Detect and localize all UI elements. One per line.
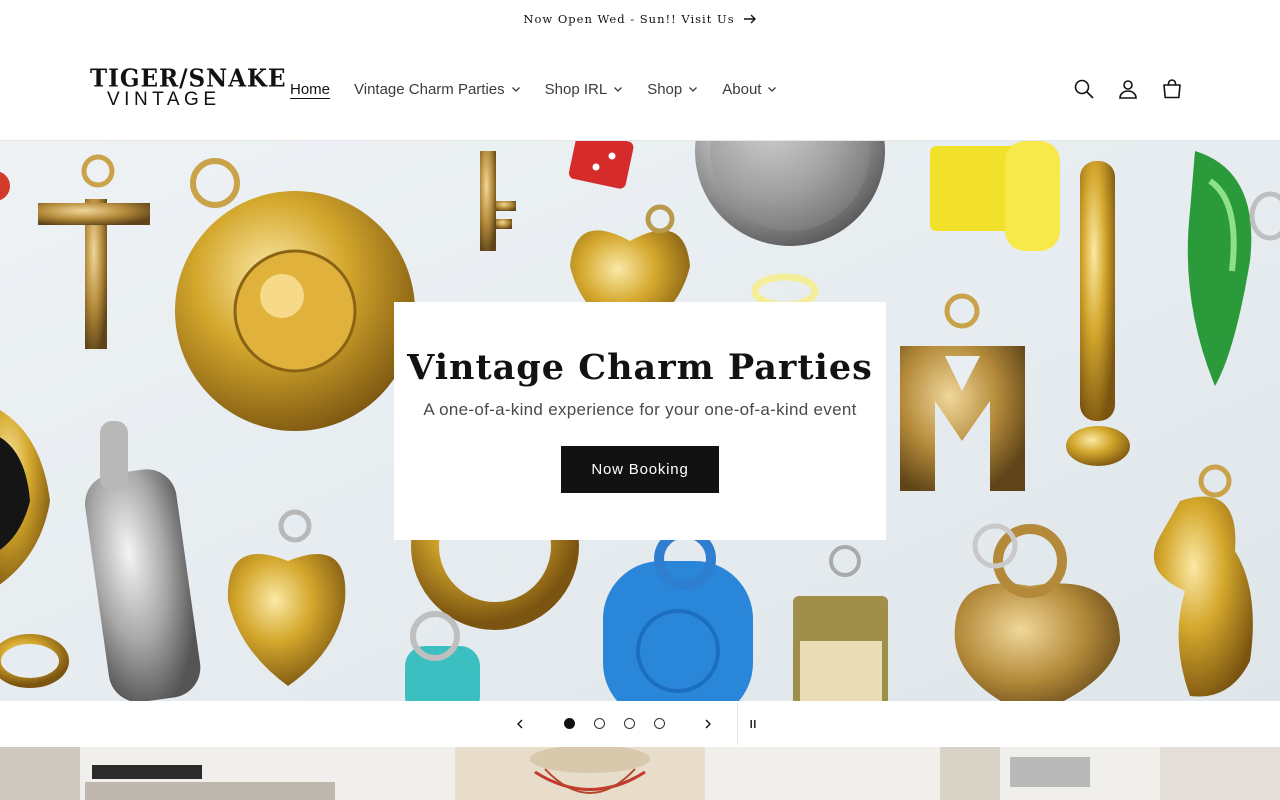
nav-item-label: Vintage Charm Parties xyxy=(354,80,505,98)
next-slide-icon xyxy=(705,719,711,729)
nav-item-vintage-charm-parties[interactable]: Vintage Charm Parties xyxy=(342,75,533,103)
nav-item-label: Shop IRL xyxy=(544,80,608,98)
next-slide-button[interactable] xyxy=(693,709,723,739)
slide-dot-2[interactable] xyxy=(594,718,605,729)
chevron-down-icon xyxy=(511,87,520,92)
header-icons xyxy=(1062,67,1194,111)
site-header: TIGER/SNAKE VINTAGE Home Vintage Charm P… xyxy=(0,37,1280,141)
account-button[interactable] xyxy=(1106,67,1150,111)
announcement-link[interactable]: Now Open Wed - Sun!! Visit Us xyxy=(523,12,756,26)
announcement-bar: Now Open Wed - Sun!! Visit Us xyxy=(0,0,1280,37)
cart-button[interactable] xyxy=(1150,67,1194,111)
hero-slideshow: Vintage Charm Parties A one-of-a-kind ex… xyxy=(0,141,1280,701)
nav-item-label: Home xyxy=(290,80,331,98)
slide-dot-1[interactable] xyxy=(564,718,575,729)
chevron-down-icon xyxy=(689,87,698,92)
next-section-image xyxy=(0,747,1280,800)
logo-line-2: VINTAGE xyxy=(107,89,221,110)
chevron-down-icon xyxy=(614,87,623,92)
logo-line-1: TIGER/SNAKE xyxy=(90,64,287,93)
previous-slide-button[interactable] xyxy=(505,709,535,739)
hero-subtitle: A one-of-a-kind experience for your one-… xyxy=(423,400,857,419)
nav-item-home[interactable]: Home xyxy=(278,75,342,103)
previous-slide-icon xyxy=(517,719,523,729)
store-interior-image xyxy=(0,747,1280,800)
nav-item-about[interactable]: About xyxy=(710,75,789,103)
search-icon xyxy=(1074,79,1094,99)
pause-slideshow-button[interactable] xyxy=(738,709,768,739)
account-icon xyxy=(1119,80,1137,99)
nav-item-label: About xyxy=(722,80,762,98)
slideshow-controls xyxy=(0,701,1280,747)
hero-title: Vintage Charm Parties xyxy=(407,347,873,388)
nav-item-shop-irl[interactable]: Shop IRL xyxy=(533,75,636,103)
chevron-down-icon xyxy=(768,87,777,92)
main-nav: Home Vintage Charm Parties Shop IRL Shop… xyxy=(278,75,789,103)
arrow-right-icon xyxy=(743,14,756,23)
hero-content-card: Vintage Charm Parties A one-of-a-kind ex… xyxy=(394,302,886,540)
nav-item-shop[interactable]: Shop xyxy=(635,75,710,103)
cart-icon xyxy=(1163,79,1181,99)
slide-dot-3[interactable] xyxy=(624,718,635,729)
search-button[interactable] xyxy=(1062,67,1106,111)
now-booking-button[interactable]: Now Booking xyxy=(561,446,719,493)
nav-item-label: Shop xyxy=(647,80,683,98)
announcement-text: Now Open Wed - Sun!! Visit Us xyxy=(523,11,735,26)
logo[interactable]: TIGER/SNAKE VINTAGE xyxy=(90,64,287,111)
slide-dot-4[interactable] xyxy=(654,718,665,729)
pause-icon xyxy=(750,720,756,728)
